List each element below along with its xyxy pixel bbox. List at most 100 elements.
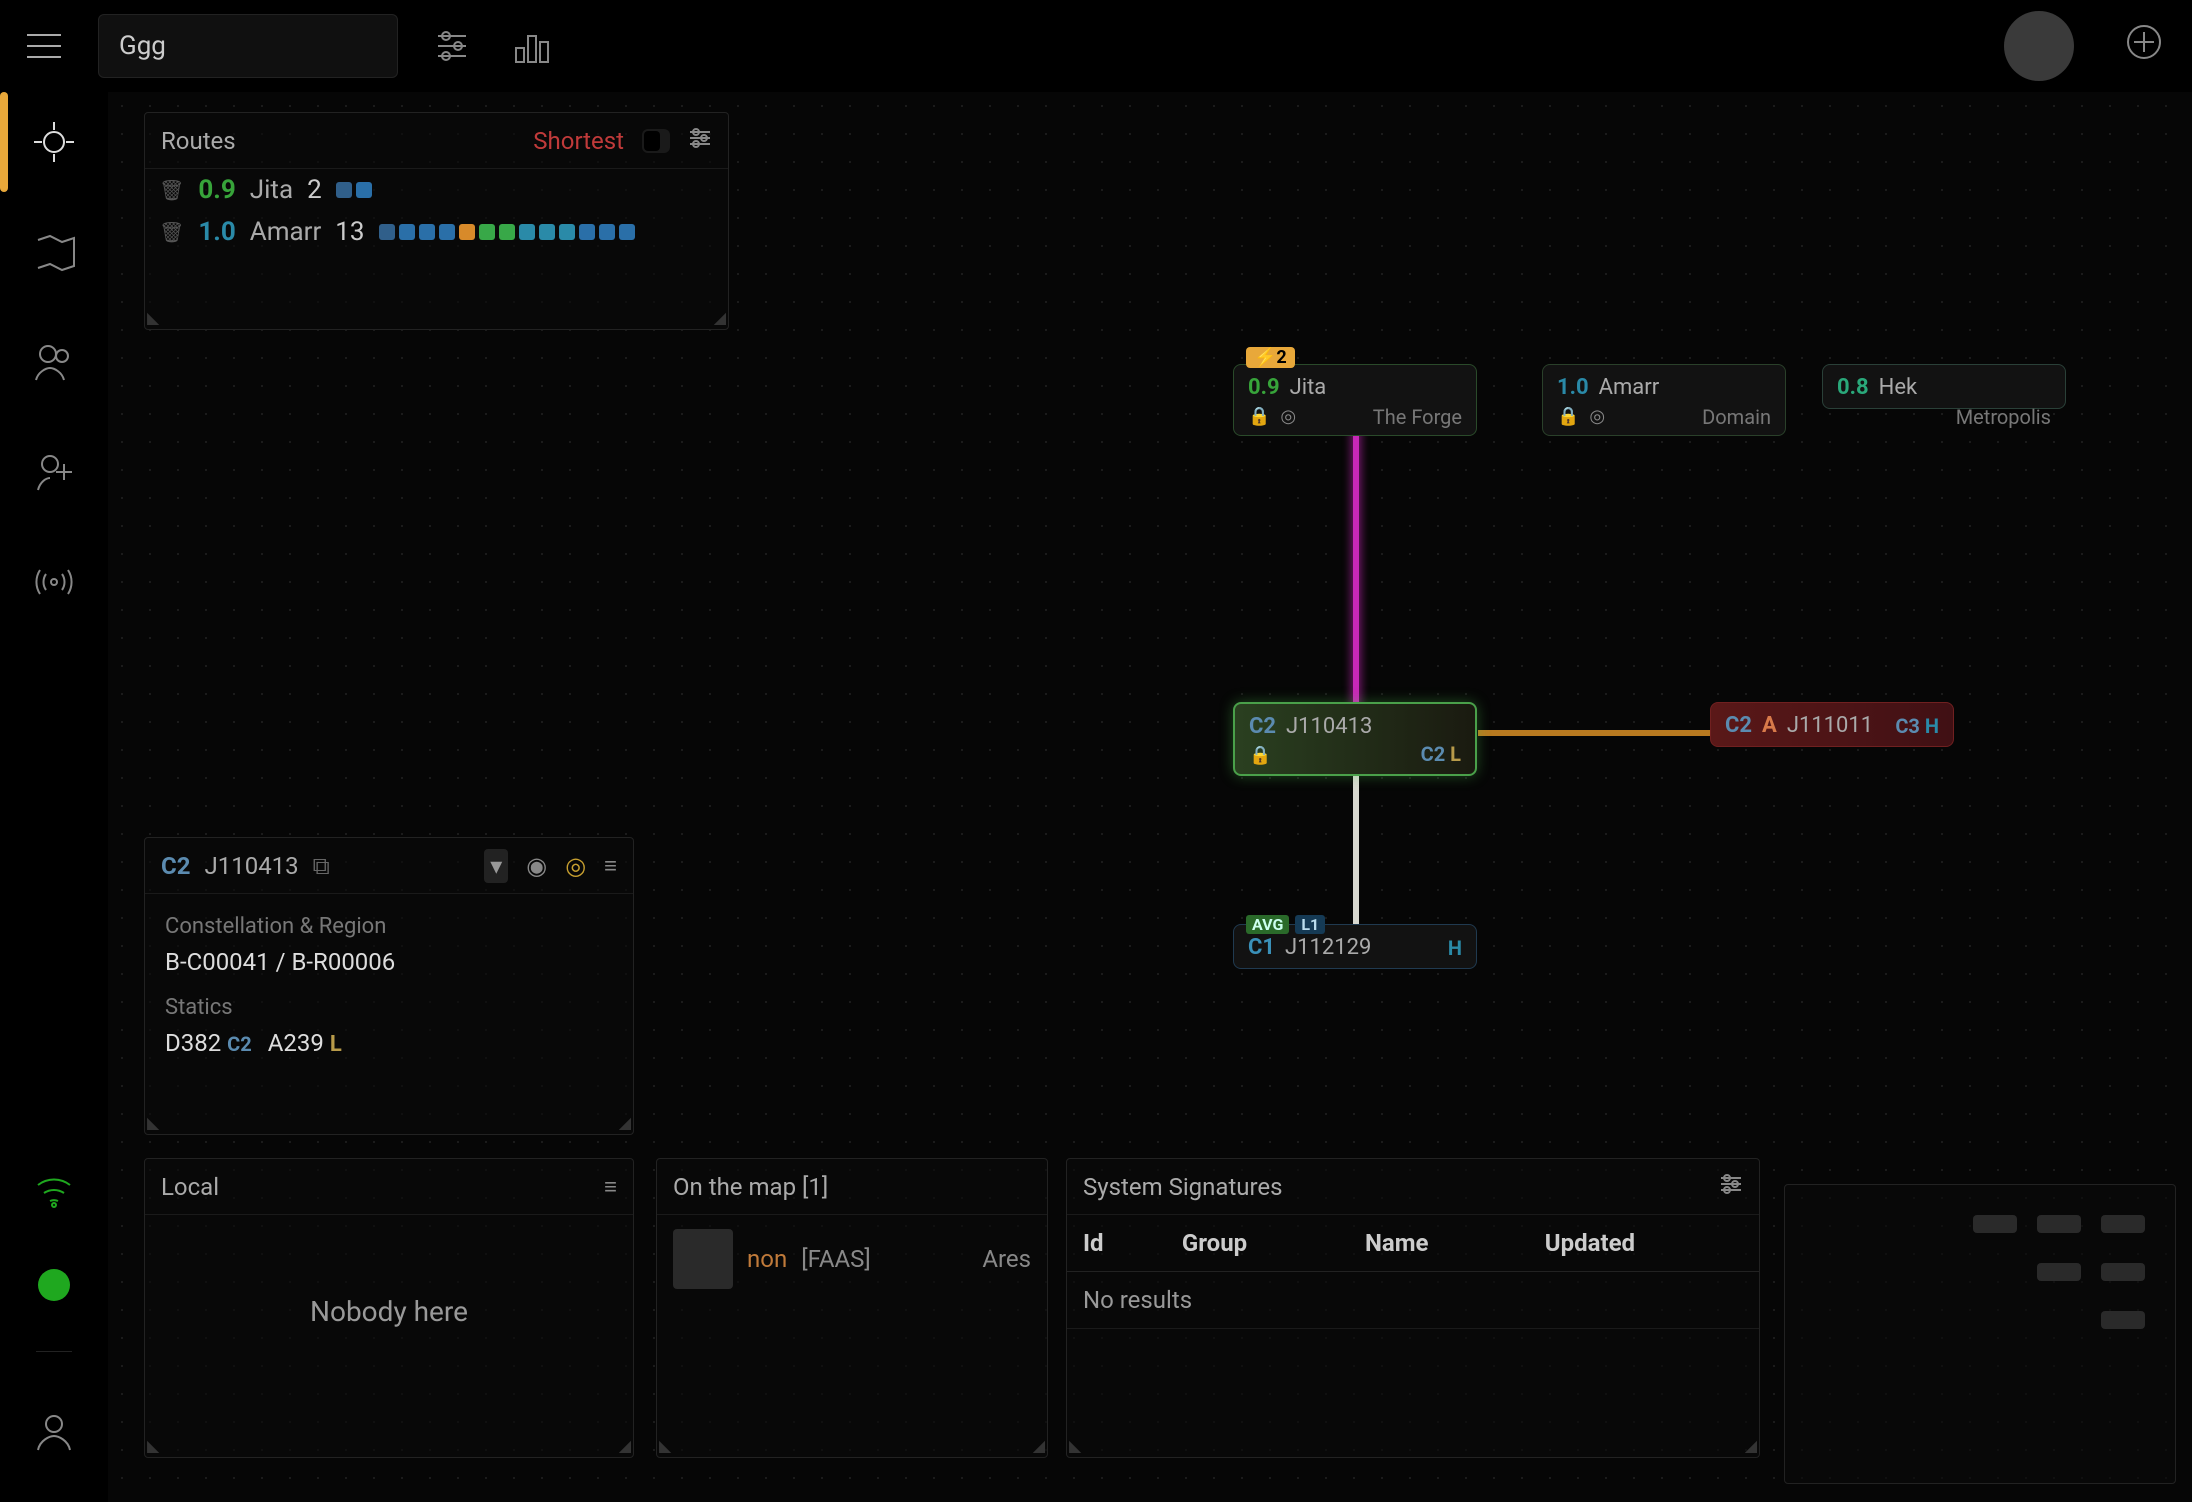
node-jita[interactable]: ⚡2 0.9Jita 🔒◎ The Forge	[1233, 364, 1477, 436]
node-j110413[interactable]: C2J110413 🔒 C2 L	[1233, 702, 1477, 776]
route-toggle[interactable]	[642, 129, 670, 153]
sig-col[interactable]: Updated	[1529, 1215, 1759, 1272]
node-class: C2	[1249, 714, 1276, 739]
rail-people-icon[interactable]	[24, 332, 84, 392]
local-panel[interactable]: Local ≡ Nobody here ◣ ◢	[144, 1158, 634, 1458]
node-static1: C2	[1421, 742, 1446, 766]
node-hek[interactable]: 0.8Hek Metropolis	[1822, 364, 2066, 409]
route-row[interactable]: 🗑 0.9 Jita 2	[145, 169, 728, 211]
resize-handle-icon[interactable]: ◣	[659, 1436, 671, 1455]
lock-icon: 🔒	[1248, 406, 1270, 427]
dropdown-icon[interactable]: ▾	[484, 849, 508, 883]
signatures-panel[interactable]: System Signatures IdGroupNameUpdated No …	[1066, 1158, 1760, 1458]
skeleton-loader	[1785, 1185, 2175, 1359]
resize-handle-icon[interactable]: ◣	[1069, 1436, 1081, 1455]
node-static: H	[1448, 936, 1462, 960]
rail-map-icon[interactable]	[24, 222, 84, 282]
system-info-panel[interactable]: C2 J110413 ⧉ ▾ ◉ ◎ ≡ Constellation & Reg…	[144, 837, 634, 1135]
node-region: The Forge	[1373, 405, 1462, 429]
resize-handle-icon[interactable]: ◢	[619, 1113, 631, 1132]
node-j112129[interactable]: AVGL1 C1J112129 H	[1233, 924, 1477, 969]
rail-status-dot	[38, 1269, 70, 1301]
node-region: Domain	[1702, 405, 1771, 429]
node-sec: 1.0	[1557, 375, 1589, 400]
lock-icon: 🔒	[1249, 745, 1271, 766]
left-rail	[0, 92, 108, 1502]
static-entry: D382 C2	[165, 1025, 252, 1062]
onmap-title: On the map [1]	[673, 1173, 828, 1201]
settings-icon[interactable]: ≡	[604, 1174, 617, 1200]
resize-handle-icon[interactable]: ◣	[147, 1436, 159, 1455]
link-j110413-j112129[interactable]	[1353, 766, 1359, 926]
rail-target-icon[interactable]	[24, 112, 84, 172]
sigs-title: System Signatures	[1083, 1173, 1283, 1201]
avatar[interactable]	[2004, 11, 2074, 81]
static-entry: A239 L	[268, 1025, 342, 1062]
onmap-panel[interactable]: On the map [1] non [FAAS] Ares ◣ ◢	[656, 1158, 1048, 1458]
placeholder-panel[interactable]	[1784, 1184, 2176, 1484]
node-name: J111011	[1787, 713, 1873, 738]
pilot-row[interactable]: non [FAAS] Ares	[657, 1215, 1047, 1303]
constellation-value: B-C00041 / B-R00006	[165, 944, 613, 981]
eye-icon[interactable]: ◉	[526, 852, 547, 880]
route-mode[interactable]: Shortest	[533, 127, 624, 155]
link-jita-j110413[interactable]	[1353, 427, 1359, 707]
rail-signal-icon[interactable]	[24, 552, 84, 612]
resize-handle-icon[interactable]: ◣	[147, 1113, 159, 1132]
node-j111011[interactable]: C2 A J111011 C3 H	[1710, 702, 1954, 747]
rail-wifi-icon[interactable]	[24, 1159, 84, 1219]
sig-col[interactable]: Group	[1166, 1215, 1349, 1272]
route-hops	[336, 182, 372, 198]
node-amarr[interactable]: 1.0Amarr 🔒◎ Domain	[1542, 364, 1786, 436]
node-static2: L	[1450, 742, 1461, 766]
node-class: C1	[1248, 935, 1275, 960]
settings-icon[interactable]: ≡	[604, 853, 617, 879]
route-name: Amarr	[250, 217, 322, 247]
route-name: Jita	[250, 175, 293, 205]
route-hops	[379, 224, 635, 240]
settings-icon[interactable]	[688, 128, 712, 154]
sliders-icon[interactable]	[428, 22, 476, 70]
trash-icon[interactable]: 🗑	[159, 220, 184, 244]
add-button[interactable]	[2124, 22, 2172, 70]
rail-user-icon[interactable]	[24, 1402, 84, 1462]
settings-icon[interactable]	[1719, 1174, 1743, 1200]
node-name: J112129	[1285, 935, 1371, 960]
radar-icon[interactable]: ◎	[565, 852, 586, 880]
node-name: Jita	[1290, 375, 1327, 400]
system-name: J110413	[204, 852, 298, 880]
route-sec: 1.0	[198, 217, 235, 247]
node-name: Amarr	[1599, 375, 1660, 400]
stats-icon[interactable]	[506, 22, 554, 70]
resize-handle-icon[interactable]: ◢	[1745, 1436, 1757, 1455]
copy-icon[interactable]: ⧉	[313, 852, 330, 880]
node-static1: C3	[1895, 714, 1920, 738]
resize-handle-icon[interactable]: ◢	[619, 1436, 631, 1455]
target-icon: ◎	[1589, 406, 1605, 427]
statics-label: Statics	[165, 991, 613, 1025]
local-title: Local	[161, 1173, 219, 1201]
map-area[interactable]: ⚡2 0.9Jita 🔒◎ The Forge 1.0 Amarr 🔒 ◎ Doma…	[108, 92, 2192, 1502]
resize-handle-icon[interactable]: ◢	[714, 308, 726, 327]
sig-col[interactable]: Id	[1067, 1215, 1166, 1272]
menu-button[interactable]	[20, 22, 68, 70]
pilot-ship: Ares	[982, 1245, 1031, 1273]
route-row[interactable]: 🗑 1.0 Amarr 13	[145, 211, 728, 253]
node-name: Hek	[1879, 375, 1918, 400]
link-j110413-j111011[interactable]	[1478, 730, 1722, 736]
rail-add-person-icon[interactable]	[24, 442, 84, 502]
constellation-label: Constellation & Region	[165, 910, 613, 944]
search-input[interactable]	[98, 14, 398, 78]
resize-handle-icon[interactable]: ◣	[147, 308, 159, 327]
routes-title: Routes	[161, 127, 236, 155]
pilot-portrait	[673, 1229, 733, 1289]
route-jumps: 13	[335, 217, 364, 247]
resize-handle-icon[interactable]: ◢	[1033, 1436, 1045, 1455]
trash-icon[interactable]: 🗑	[159, 178, 184, 202]
node-static2: H	[1925, 714, 1939, 738]
routes-panel[interactable]: Routes Shortest 🗑 0.9 Jita 2 🗑 1.0 Amarr…	[144, 112, 729, 330]
node-sec: 0.8	[1837, 375, 1869, 400]
sig-col[interactable]: Name	[1349, 1215, 1529, 1272]
route-sec: 0.9	[198, 175, 235, 205]
node-class: C2	[1725, 713, 1752, 738]
